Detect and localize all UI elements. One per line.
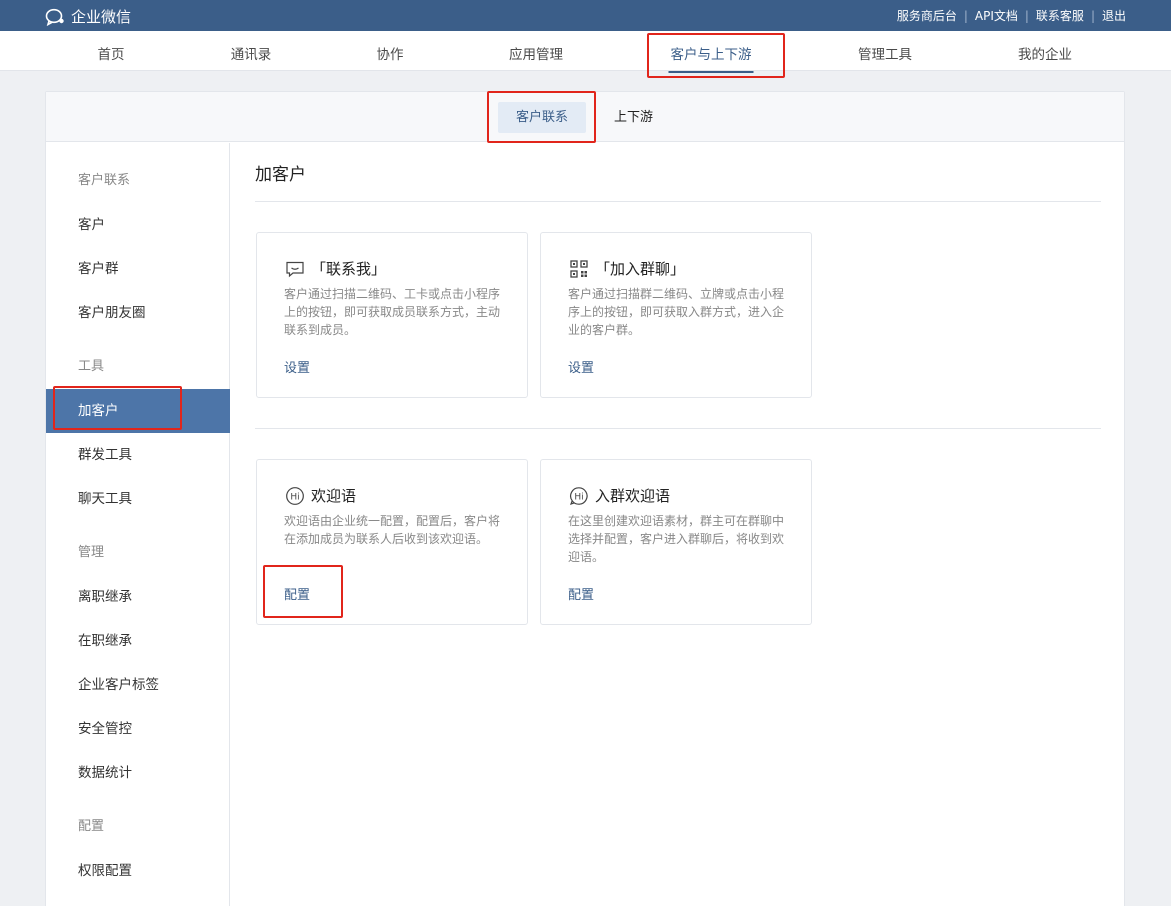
divider xyxy=(255,428,1101,429)
sidebar-item-chat-tools[interactable]: 聊天工具 xyxy=(46,477,230,521)
main-nav: 首页 通讯录 协作 应用管理 客户与上下游 管理工具 我的企业 xyxy=(0,31,1171,73)
top-links: 服务商后台 | API文档 | 联系客服 | 退出 xyxy=(897,7,1126,24)
svg-text:Hi: Hi xyxy=(290,493,299,503)
sidebar-item-customer-tags[interactable]: 企业客户标签 xyxy=(46,663,230,707)
hi-group-greeting-icon: Hi xyxy=(569,486,589,506)
sidebar-item-mass-messaging[interactable]: 群发工具 xyxy=(46,433,230,477)
sidebar-group-management: 管理 xyxy=(78,545,105,560)
message-icon xyxy=(285,259,305,279)
divider: | xyxy=(963,8,968,23)
group-welcome-config-link[interactable]: 配置 xyxy=(568,584,594,603)
tab-customer-contact[interactable]: 客户联系 xyxy=(498,102,587,133)
card-title: 「联系我」 xyxy=(311,260,387,278)
card-title: 「加入群聊」 xyxy=(595,260,686,278)
nav-customers-upstream-downstream[interactable]: 客户与上下游 xyxy=(668,43,754,73)
contact-me-settings-link[interactable]: 设置 xyxy=(284,357,310,376)
tab-upstream-downstream[interactable]: 上下游 xyxy=(596,102,671,133)
sidebar-item-customer-groups[interactable]: 客户群 xyxy=(46,247,230,291)
main-panel: 客户联系 上下游 客户联系 客户 客户群 客户朋友圈 工具 加客户 群发工具 聊… xyxy=(45,91,1125,906)
contact-support-link[interactable]: 联系客服 xyxy=(1036,7,1084,24)
nav-collaboration[interactable]: 协作 xyxy=(377,43,404,63)
logout-link[interactable]: 退出 xyxy=(1102,7,1126,24)
divider: | xyxy=(1024,8,1029,23)
hi-greeting-icon: Hi xyxy=(285,486,305,506)
wecom-logo-icon xyxy=(45,8,67,26)
nav-my-enterprise[interactable]: 我的企业 xyxy=(1018,43,1072,63)
card-group-welcome-message: Hi 入群欢迎语 在这里创建欢迎语素材，群主可在群聊中选择并配置，客户进入群聊后… xyxy=(540,459,812,625)
sidebar-group-tools: 工具 xyxy=(78,359,105,374)
nav-contacts[interactable]: 通讯录 xyxy=(231,43,272,63)
sidebar-item-customer-moments[interactable]: 客户朋友圈 xyxy=(46,291,230,335)
qr-code-icon xyxy=(569,259,589,279)
page-title: 加客户 xyxy=(255,165,306,185)
card-welcome-message: Hi 欢迎语 欢迎语由企业统一配置，配置后，客户将在添加成员为联系人后收到该欢迎… xyxy=(256,459,528,625)
app-logo-text: 企业微信 xyxy=(71,8,132,26)
svg-text:Hi: Hi xyxy=(574,493,583,503)
join-group-settings-link[interactable]: 设置 xyxy=(568,357,594,376)
card-join-group-chat: 「加入群聊」 客户通过扫描群二维码、立牌或点击小程序上的按钮，即可获取入群方式，… xyxy=(540,232,812,398)
nav-app-management[interactable]: 应用管理 xyxy=(509,43,563,63)
card-description: 客户通过扫描群二维码、立牌或点击小程序上的按钮，即可获取入群方式，进入企业的客户… xyxy=(568,287,785,337)
top-bar: 企业微信 服务商后台 | API文档 | 联系客服 | 退出 xyxy=(0,0,1171,31)
api-docs-link[interactable]: API文档 xyxy=(975,7,1018,24)
sidebar-item-data-statistics[interactable]: 数据统计 xyxy=(46,751,230,795)
divider: | xyxy=(1090,8,1095,23)
welcome-message-config-link[interactable]: 配置 xyxy=(284,584,310,603)
sidebar-item-resigned-inheritance[interactable]: 离职继承 xyxy=(46,575,230,619)
nav-management-tools[interactable]: 管理工具 xyxy=(858,43,912,63)
sidebar-item-customers[interactable]: 客户 xyxy=(46,203,230,247)
sidebar-item-permission-config[interactable]: 权限配置 xyxy=(46,849,230,893)
service-provider-link[interactable]: 服务商后台 xyxy=(897,7,957,24)
sidebar-item-onjob-inheritance[interactable]: 在职继承 xyxy=(46,619,230,663)
nav-home[interactable]: 首页 xyxy=(98,43,125,63)
card-title: 欢迎语 xyxy=(311,487,357,505)
sub-tabs: 客户联系 上下游 xyxy=(46,92,1124,142)
card-description: 客户通过扫描二维码、工卡或点击小程序上的按钮，即可获取成员联系方式，主动联系到成… xyxy=(284,287,501,337)
card-title: 入群欢迎语 xyxy=(595,487,671,505)
sidebar-group-config: 配置 xyxy=(78,819,105,834)
card-contact-me: 「联系我」 客户通过扫描二维码、工卡或点击小程序上的按钮，即可获取成员联系方式，… xyxy=(256,232,528,398)
sidebar: 客户联系 客户 客户群 客户朋友圈 工具 加客户 群发工具 聊天工具 管理 离职… xyxy=(46,143,230,906)
app-logo[interactable]: 企业微信 xyxy=(45,6,131,27)
sidebar-item-add-customers[interactable]: 加客户 xyxy=(46,389,230,433)
card-description: 欢迎语由企业统一配置，配置后，客户将在添加成员为联系人后收到该欢迎语。 xyxy=(284,514,501,546)
divider xyxy=(255,201,1101,202)
sidebar-group-customer-contact: 客户联系 xyxy=(78,173,131,188)
sidebar-item-security-control[interactable]: 安全管控 xyxy=(46,707,230,751)
card-description: 在这里创建欢迎语素材，群主可在群聊中选择并配置，客户进入群聊后，将收到欢迎语。 xyxy=(568,514,785,564)
